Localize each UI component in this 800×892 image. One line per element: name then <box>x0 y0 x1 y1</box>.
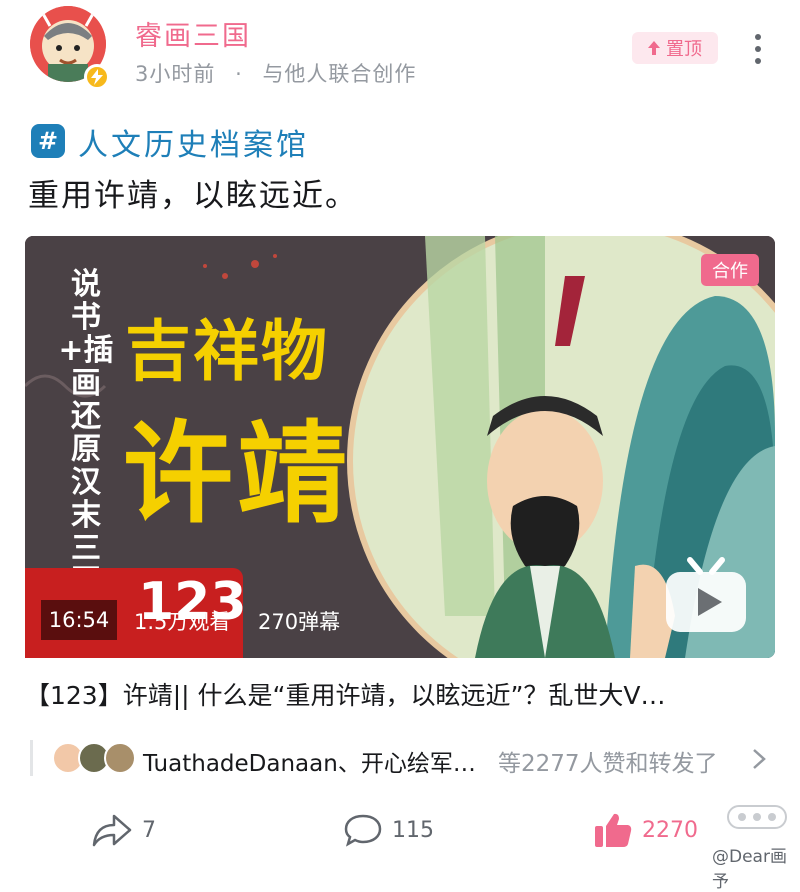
pinned-label: 置顶 <box>666 39 702 60</box>
topic-link[interactable]: 人文历史档案馆 <box>78 120 309 164</box>
more-options-icon[interactable] <box>748 34 768 72</box>
play-tv-icon[interactable] <box>662 556 750 636</box>
meta-separator: · <box>235 62 243 86</box>
post-meta: 3小时前 · 与他人联合创作 <box>135 58 416 88</box>
topic-hash-icon: # <box>31 124 65 158</box>
pin-arrow-icon <box>648 41 660 55</box>
view-count: 1.5万观看 <box>134 610 231 634</box>
share-count: 7 <box>142 817 156 843</box>
liker-avatar <box>104 742 136 774</box>
likes-summary[interactable]: 等2277人赞和转发了 <box>498 744 718 778</box>
danmaku-count: 270弹幕 <box>258 610 341 634</box>
thumbs-up-icon <box>595 813 632 847</box>
chevron-right-icon[interactable] <box>752 748 766 770</box>
post-text: 重用许靖，以眩远近。 <box>28 178 358 214</box>
comment-icon <box>344 814 382 847</box>
pinned-badge: 置顶 <box>632 32 718 64</box>
video-title[interactable]: 【123】许靖|| 什么是“重用许靖，以眩远近”？乱世大V… <box>25 676 785 712</box>
verified-lightning-icon <box>84 64 110 90</box>
post-time: 3小时前 <box>135 62 216 86</box>
thumbnail-title-2: 许靖 <box>123 410 351 538</box>
share-button[interactable]: 7 <box>92 810 156 850</box>
comment-button[interactable]: 115 <box>344 810 434 850</box>
cooperation-badge: 合作 <box>701 254 759 286</box>
comment-count: 115 <box>392 817 434 843</box>
collab-note: 与他人联合创作 <box>262 62 417 86</box>
likers-names[interactable]: TuathadeDanaan、开心绘军… <box>143 744 476 778</box>
author-name[interactable]: 睿画三国 <box>135 14 251 53</box>
like-button[interactable]: 2270 <box>594 810 698 850</box>
share-icon <box>92 814 132 847</box>
likes-divider <box>30 740 33 776</box>
watermark-logo-icon <box>726 802 788 832</box>
video-duration: 16:54 <box>41 600 117 640</box>
like-count: 2270 <box>642 817 698 843</box>
watermark-text: @Dear画予 <box>712 847 787 892</box>
thumbnail-title-1: 吉祥物 <box>125 313 329 390</box>
